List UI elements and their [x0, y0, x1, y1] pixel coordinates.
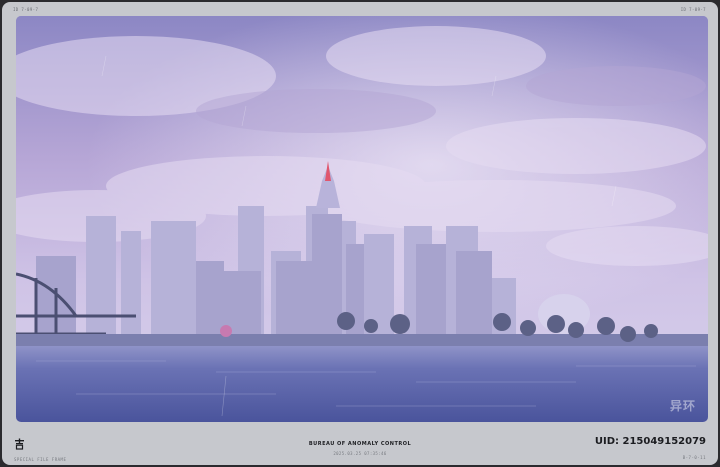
corner-label-top-right: ID 7-09-7 [680, 7, 706, 12]
footer-caption-left: SPECIAL FILE FRAME [14, 457, 67, 462]
city-skyline-photo: 异环 [16, 16, 708, 422]
user-uid: UID: 215049152079 [594, 436, 706, 447]
footer-caption-right: B-7-0-11 [682, 455, 706, 460]
footer-timestamp: 2025.03.25 07:35:46 [333, 451, 387, 456]
corner-label-top-left: ID 7-09-7 [13, 7, 39, 12]
scene-illustration [16, 16, 708, 422]
game-watermark: 异环 [669, 399, 696, 413]
photo-frame: ID 7-09-7 ID 7-09-7 异环 SPECIAL FILE FRAM… [2, 2, 718, 465]
